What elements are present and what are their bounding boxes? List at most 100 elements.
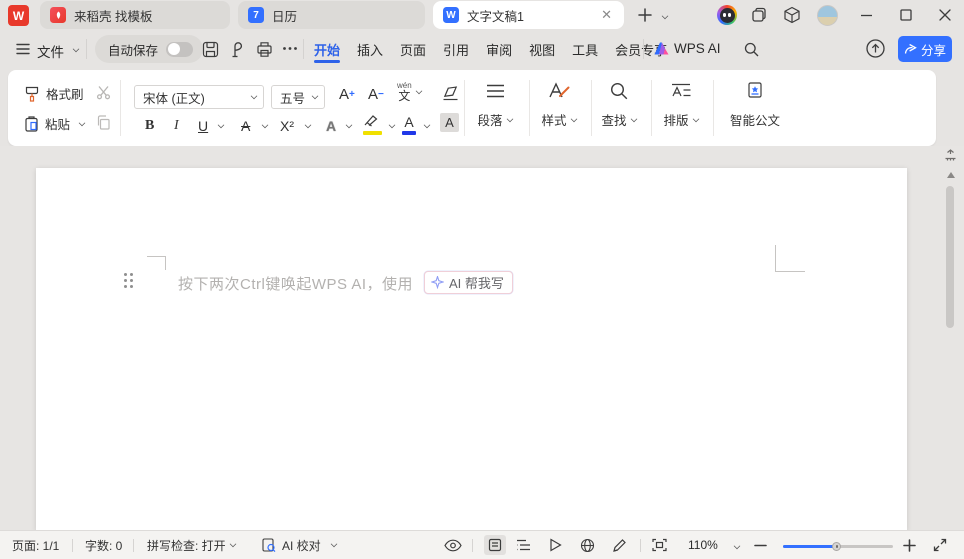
scroll-up-arrow[interactable] (947, 172, 955, 178)
document-page[interactable] (36, 168, 907, 531)
ribbon-tabs: 开始 插入 页面 引用 审阅 视图 工具 会员专享 (313, 30, 668, 68)
ai-proofread-button[interactable]: AI 校对 (262, 531, 337, 559)
grow-font-button[interactable]: A+ (339, 86, 355, 103)
text-effects-button[interactable]: A (326, 114, 336, 134)
zoom-level[interactable]: 110% (688, 531, 718, 559)
font-size-select[interactable]: 五号 (271, 85, 325, 109)
workspace-cube-icon[interactable] (777, 0, 807, 30)
smart-doc-icon (746, 78, 764, 104)
wps-ai-logo-icon[interactable] (654, 42, 669, 55)
tab-page[interactable]: 页面 (399, 31, 427, 68)
font-name-chevron-icon (251, 93, 258, 100)
autosave-toggle[interactable] (166, 42, 193, 57)
zoom-in-button[interactable] (903, 531, 916, 559)
tab-calendar[interactable]: 7 日历 (238, 1, 425, 29)
upload-cloud-icon[interactable] (865, 38, 886, 59)
highlight-color-button[interactable] (363, 114, 382, 132)
zoom-slider[interactable] (783, 545, 893, 548)
word-count[interactable]: 字数: 0 (85, 531, 122, 559)
paste-button[interactable]: 粘贴 (24, 114, 85, 133)
ai-placeholder-text: 按下两次Ctrl键唤起WPS AI，使用 (178, 273, 413, 294)
page-view-button[interactable] (484, 535, 506, 555)
tab-review[interactable]: 审阅 (485, 31, 513, 68)
fit-page-icon[interactable] (933, 531, 947, 559)
paste-chevron-icon[interactable] (79, 119, 86, 126)
find-group-button[interactable]: 查找 (591, 78, 647, 138)
new-tab-button[interactable] (630, 0, 660, 30)
italic-button[interactable]: I (174, 114, 179, 134)
export-pdf-icon[interactable] (229, 41, 246, 58)
eye-protection-icon[interactable] (444, 531, 462, 559)
print-button[interactable] (256, 41, 273, 58)
styles-group-button[interactable]: 样式 (531, 78, 587, 138)
tab-view[interactable]: 视图 (528, 31, 556, 68)
block-drag-handle[interactable] (124, 273, 133, 288)
typeset-group-button[interactable]: 排版 (653, 78, 709, 138)
underline-button[interactable]: U (198, 114, 208, 134)
bold-button[interactable]: B (145, 114, 154, 134)
maximize-button[interactable] (891, 0, 921, 30)
zoom-chevron-icon[interactable] (734, 543, 741, 550)
shrink-font-button[interactable]: A− (368, 86, 384, 103)
docer-icon (50, 7, 66, 23)
highlight-chevron-icon[interactable] (389, 122, 396, 129)
highlight-color-swatch (363, 131, 382, 135)
autosave-label: 自动保存 (108, 40, 158, 59)
tab-list-chevron-icon[interactable] (662, 13, 669, 20)
autosave-control[interactable]: 自动保存 (95, 35, 203, 63)
play-slideshow-icon[interactable] (549, 531, 562, 559)
plus-sign: + (349, 89, 355, 100)
char-shading-button[interactable]: A (440, 113, 459, 132)
font-name-select[interactable]: 宋体 (正文) (134, 85, 264, 109)
superscript-button[interactable]: X² (280, 114, 294, 134)
minus-sign: − (378, 89, 384, 100)
outline-view-icon[interactable] (516, 531, 531, 559)
minimize-button[interactable] (851, 0, 881, 30)
tab-close-icon[interactable]: ✕ (599, 7, 614, 23)
phonetic-chevron-icon[interactable] (415, 88, 422, 95)
windows-stack-icon[interactable] (744, 0, 774, 30)
vertical-scrollbar[interactable] (946, 186, 954, 328)
ai-help-write-button[interactable]: AI 帮我写 (424, 271, 513, 294)
strikethrough-chevron-icon[interactable] (262, 122, 269, 129)
clear-format-eraser-icon[interactable] (442, 86, 459, 101)
zoom-out-button[interactable] (754, 531, 767, 559)
cut-icon[interactable] (96, 85, 111, 100)
tab-home[interactable]: 开始 (313, 31, 341, 68)
phonetic-guide-button[interactable]: wén 文 (397, 82, 422, 102)
user-avatar[interactable] (812, 0, 842, 30)
superscript-chevron-icon[interactable] (305, 122, 312, 129)
writer-doc-icon: W (443, 7, 459, 23)
more-commands-icon[interactable] (282, 46, 298, 51)
web-view-globe-icon[interactable] (580, 531, 595, 559)
tab-references[interactable]: 引用 (442, 31, 470, 68)
file-menu[interactable]: 文件 (37, 41, 64, 61)
tab-tools[interactable]: 工具 (571, 31, 599, 68)
hamburger-icon[interactable] (16, 43, 30, 55)
fullscreen-icon[interactable] (652, 531, 667, 559)
spellcheck-status[interactable]: 拼写检查: 打开 (147, 531, 236, 559)
smart-official-doc-button[interactable]: 智能公文 (710, 78, 800, 138)
search-icon[interactable] (744, 42, 759, 57)
font-color-chevron-icon[interactable] (424, 122, 431, 129)
tab-docer-templates[interactable]: 来稻壳 找模板 (40, 1, 230, 29)
tab-insert[interactable]: 插入 (356, 31, 384, 68)
tab-document-active[interactable]: W 文字文稿1 ✕ (433, 1, 624, 29)
close-window-button[interactable] (930, 0, 960, 30)
format-painter-button[interactable]: 格式刷 (24, 84, 84, 103)
strikethrough-button[interactable]: A (241, 114, 250, 134)
save-button[interactable] (202, 41, 219, 58)
font-color-button[interactable]: A (402, 114, 416, 132)
wps-logo-icon[interactable]: W (8, 5, 29, 26)
share-button[interactable]: 分享 (898, 36, 952, 62)
copy-icon[interactable] (96, 115, 111, 130)
zoom-slider-handle[interactable] (832, 542, 841, 551)
ai-assistant-icon[interactable] (712, 0, 742, 30)
text-effects-chevron-icon[interactable] (346, 122, 353, 129)
file-menu-chevron-icon[interactable] (73, 46, 80, 53)
underline-chevron-icon[interactable] (218, 122, 225, 129)
ruler-toggle-icon[interactable] (944, 149, 957, 162)
paragraph-group-button[interactable]: 段落 (467, 78, 523, 138)
ink-pen-icon[interactable] (612, 531, 627, 559)
wps-ai-menu[interactable]: WPS AI (674, 41, 721, 56)
